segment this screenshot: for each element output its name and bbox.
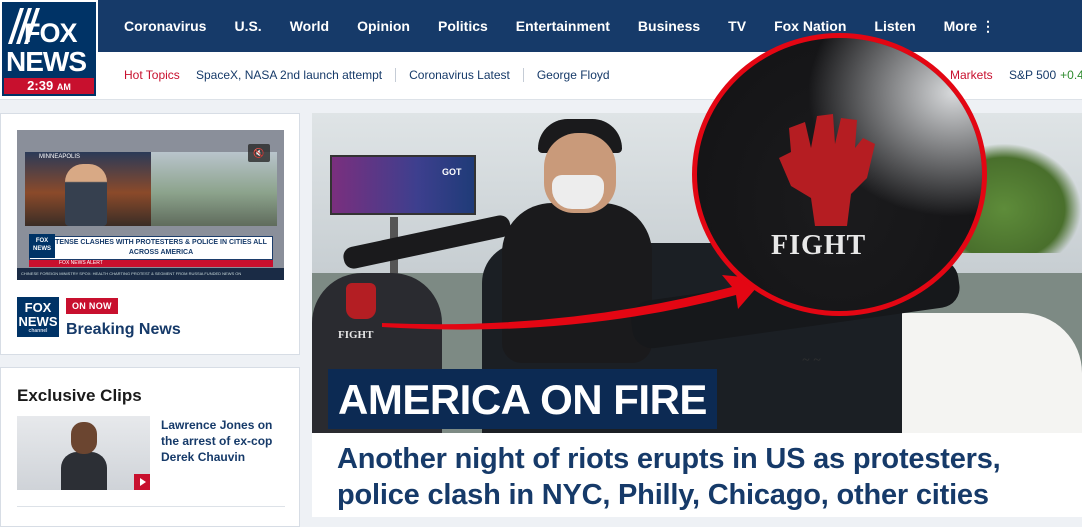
logo-clock: 2:39 AM	[4, 78, 94, 94]
channel-logo-news: NEWS	[18, 314, 58, 329]
hot-topics-list: SpaceX, NASA 2nd launch attempt Coronavi…	[196, 68, 623, 82]
clip-person-body	[61, 452, 107, 490]
video-alert: FOX NEWS ALERT	[29, 260, 273, 267]
billboard-text: GOT	[442, 167, 462, 177]
fox-news-channel-logo[interactable]: FOX NEWS channel	[17, 297, 59, 337]
nav-item-politics[interactable]: Politics	[438, 18, 488, 34]
play-icon[interactable]	[134, 474, 150, 490]
clip-title-link[interactable]: Lawrence Jones on the arrest of ex-cop D…	[161, 417, 285, 465]
hot-topic-link[interactable]: Coronavirus Latest	[395, 68, 523, 82]
hot-topics-label: Hot Topics	[124, 68, 180, 82]
clip-person	[61, 422, 107, 490]
hot-topic-link[interactable]: George Floyd	[522, 68, 623, 82]
protester-mask	[552, 175, 604, 209]
video-reporter-frame: MINNEAPOLIS	[25, 152, 151, 226]
nav-item-opinion[interactable]: Opinion	[357, 18, 410, 34]
channel-logo-fox: FOX	[24, 300, 52, 315]
video-chyron: TENSE CLASHES WITH PROTESTERS & POLICE I…	[29, 236, 273, 260]
nav-item-coronavirus[interactable]: Coronavirus	[124, 18, 206, 34]
hot-topic-link[interactable]: SpaceX, NASA 2nd launch attempt	[196, 68, 395, 82]
nav-item-business[interactable]: Business	[638, 18, 700, 34]
hero-subheadline-area: Another night of riots erupts in US as p…	[312, 433, 1082, 517]
nav-item-listen[interactable]: Listen	[874, 18, 915, 34]
exclusive-clips-card: Exclusive Clips Lawrence Jones on the ar…	[0, 367, 300, 527]
nav-item-entertainment[interactable]: Entertainment	[516, 18, 610, 34]
nav-item-us[interactable]: U.S.	[234, 18, 261, 34]
shirt-caption: FIGHT	[338, 329, 374, 341]
zoom-circle: FIGHT	[692, 33, 987, 316]
car-graffiti: ~ ~	[802, 353, 821, 368]
on-now-badge: ON NOW	[66, 298, 118, 314]
nav-item-tv[interactable]: TV	[728, 18, 746, 34]
nav-item-fox-nation[interactable]: Fox Nation	[774, 18, 846, 34]
logo-fox-text: FOX	[24, 18, 78, 48]
index-change: +0.4	[1060, 68, 1082, 82]
mute-icon[interactable]: 🔇	[248, 144, 270, 162]
hero-headline: AMERICA ON FIRE	[338, 376, 707, 423]
nav-item-world[interactable]: World	[290, 18, 329, 34]
clock-time: 2:39	[27, 78, 54, 93]
index-name: S&P 500	[1009, 68, 1057, 82]
clip-thumbnail[interactable]	[17, 416, 150, 490]
live-video-player[interactable]: MINNEAPOLIS 🔇 TENSE CLASHES WITH PROTEST…	[17, 130, 284, 280]
hero-subheadline[interactable]: Another night of riots erupts in US as p…	[337, 441, 1057, 513]
hero-headline-box[interactable]: AMERICA ON FIRE	[328, 369, 717, 429]
protester-body	[502, 203, 652, 363]
raised-fist-icon	[779, 114, 875, 226]
clip-divider	[17, 506, 285, 507]
fox-news-logo[interactable]: FOX NEWS 2:39 AM	[0, 0, 98, 98]
live-video-card: MINNEAPOLIS 🔇 TENSE CLASHES WITH PROTEST…	[0, 113, 300, 355]
billboard: GOT	[330, 155, 476, 215]
video-street-frame	[151, 152, 277, 226]
clip-person-head	[71, 422, 97, 454]
fist-shirt-print	[346, 283, 376, 319]
clock-ampm: AM	[56, 82, 71, 92]
current-show-link[interactable]: Breaking News	[66, 321, 181, 339]
zoom-shirt-caption: FIGHT	[771, 230, 867, 261]
video-location: MINNEAPOLIS	[39, 154, 81, 160]
logo-news-text: NEWS	[6, 46, 87, 77]
video-channel-logo: FOX NEWS	[29, 234, 55, 258]
market-ticker[interactable]: S&P 500 +0.4	[1009, 68, 1082, 82]
video-ticker: CHINESE FOREIGN MINISTRY SPOX: HEALTH CH…	[17, 268, 284, 280]
video-reporter	[65, 164, 107, 226]
exclusive-clips-title: Exclusive Clips	[17, 386, 142, 405]
nav-item-more[interactable]: More ⋮	[944, 18, 995, 35]
